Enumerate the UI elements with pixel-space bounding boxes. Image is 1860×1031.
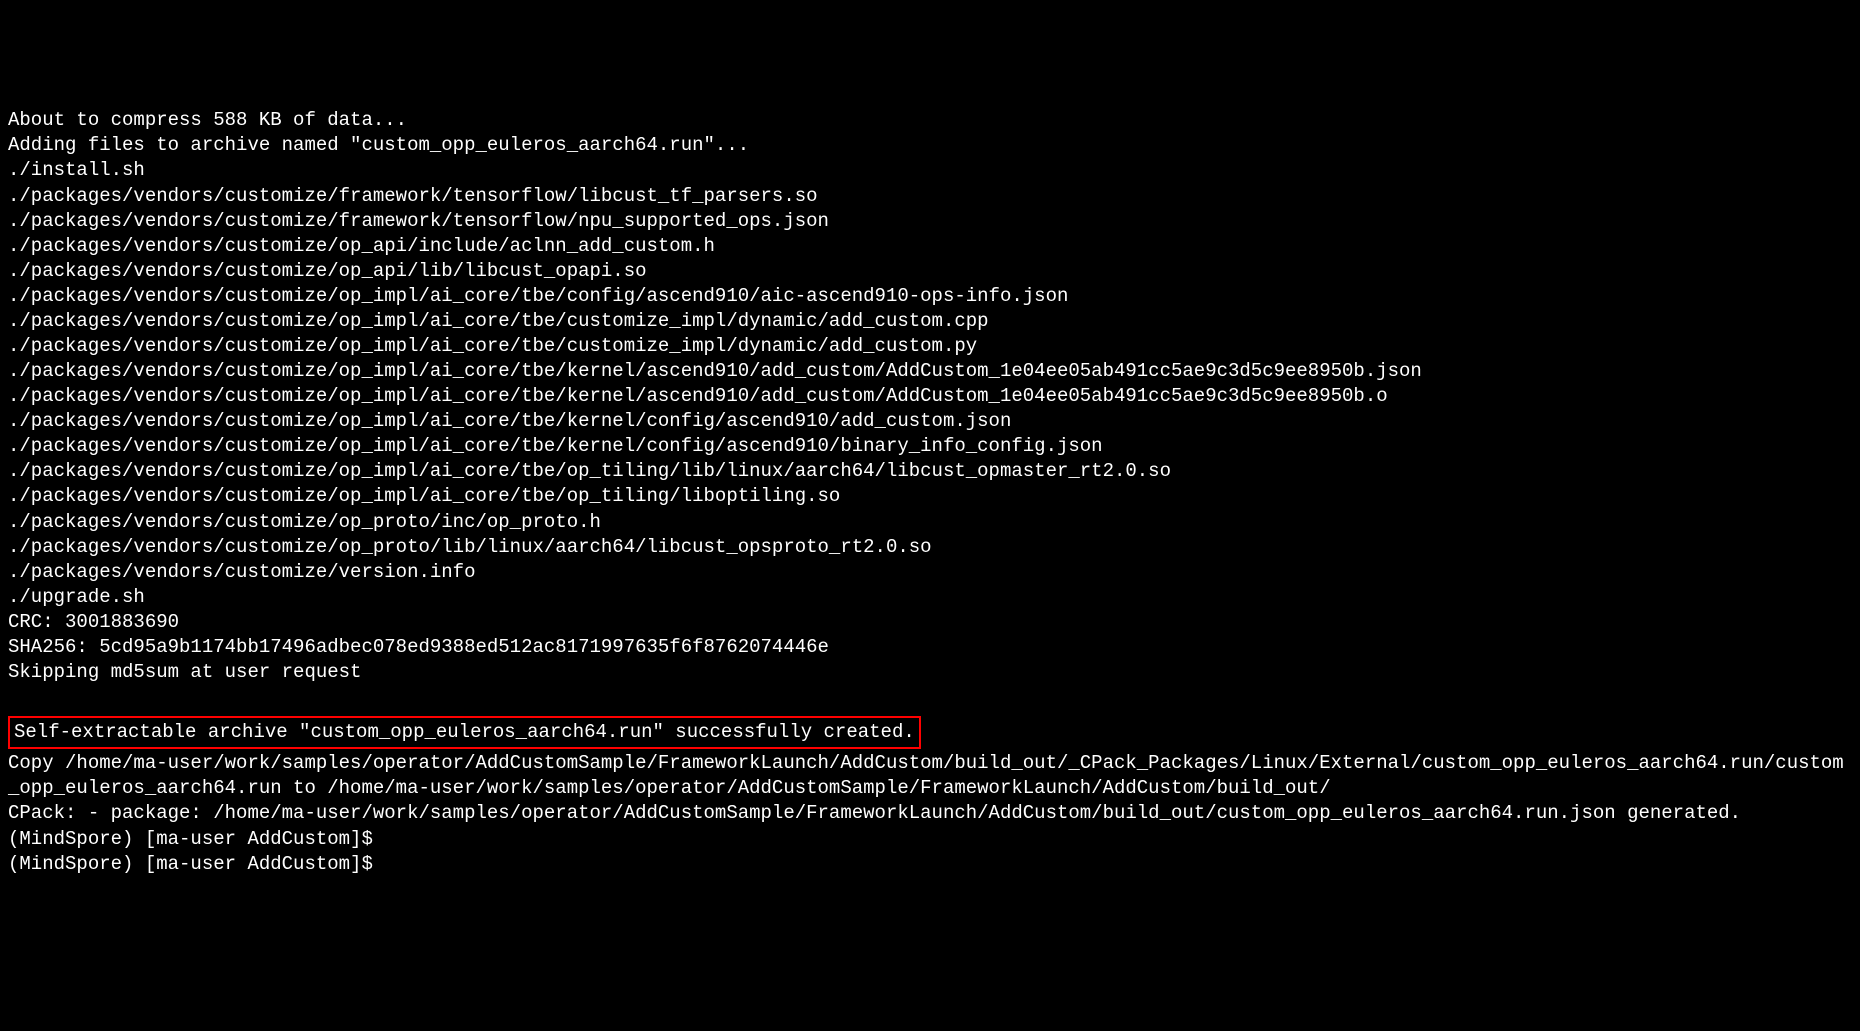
terminal-line: ./packages/vendors/customize/op_impl/ai_… [8,284,1852,309]
terminal-line: ./packages/vendors/customize/op_proto/in… [8,510,1852,535]
terminal-line: ./packages/vendors/customize/op_impl/ai_… [8,334,1852,359]
terminal-line: Copy /home/ma-user/work/samples/operator… [8,751,1852,801]
terminal-prompt[interactable]: (MindSpore) [ma-user AddCustom]$ [8,852,1852,877]
terminal-line: ./packages/vendors/customize/op_impl/ai_… [8,409,1852,434]
terminal-line: CRC: 3001883690 [8,610,1852,635]
terminal-line: Skipping md5sum at user request [8,660,1852,685]
terminal-line: About to compress 588 KB of data... [8,108,1852,133]
terminal-line: ./upgrade.sh [8,585,1852,610]
terminal-line: ./packages/vendors/customize/op_impl/ai_… [8,434,1852,459]
terminal-line: CPack: - package: /home/ma-user/work/sam… [8,801,1852,826]
terminal-line: ./packages/vendors/customize/op_api/lib/… [8,259,1852,284]
terminal-line: ./packages/vendors/customize/framework/t… [8,209,1852,234]
terminal-line: ./packages/vendors/customize/op_impl/ai_… [8,384,1852,409]
terminal-line: ./install.sh [8,158,1852,183]
terminal-line: ./packages/vendors/customize/op_impl/ai_… [8,359,1852,384]
terminal-line: ./packages/vendors/customize/op_impl/ai_… [8,309,1852,334]
terminal-line: ./packages/vendors/customize/op_impl/ai_… [8,459,1852,484]
highlighted-success-message: Self-extractable archive "custom_opp_eul… [8,716,921,749]
terminal-line: ./packages/vendors/customize/version.inf… [8,560,1852,585]
terminal-output[interactable]: About to compress 588 KB of data...Addin… [8,108,1852,876]
terminal-prompt[interactable]: (MindSpore) [ma-user AddCustom]$ [8,827,1852,852]
terminal-line: SHA256: 5cd95a9b1174bb17496adbec078ed938… [8,635,1852,660]
terminal-line: ./packages/vendors/customize/op_proto/li… [8,535,1852,560]
terminal-line: Adding files to archive named "custom_op… [8,133,1852,158]
terminal-line: ./packages/vendors/customize/op_impl/ai_… [8,484,1852,509]
terminal-line: ./packages/vendors/customize/framework/t… [8,184,1852,209]
terminal-line: ./packages/vendors/customize/op_api/incl… [8,234,1852,259]
empty-line [8,685,1852,710]
